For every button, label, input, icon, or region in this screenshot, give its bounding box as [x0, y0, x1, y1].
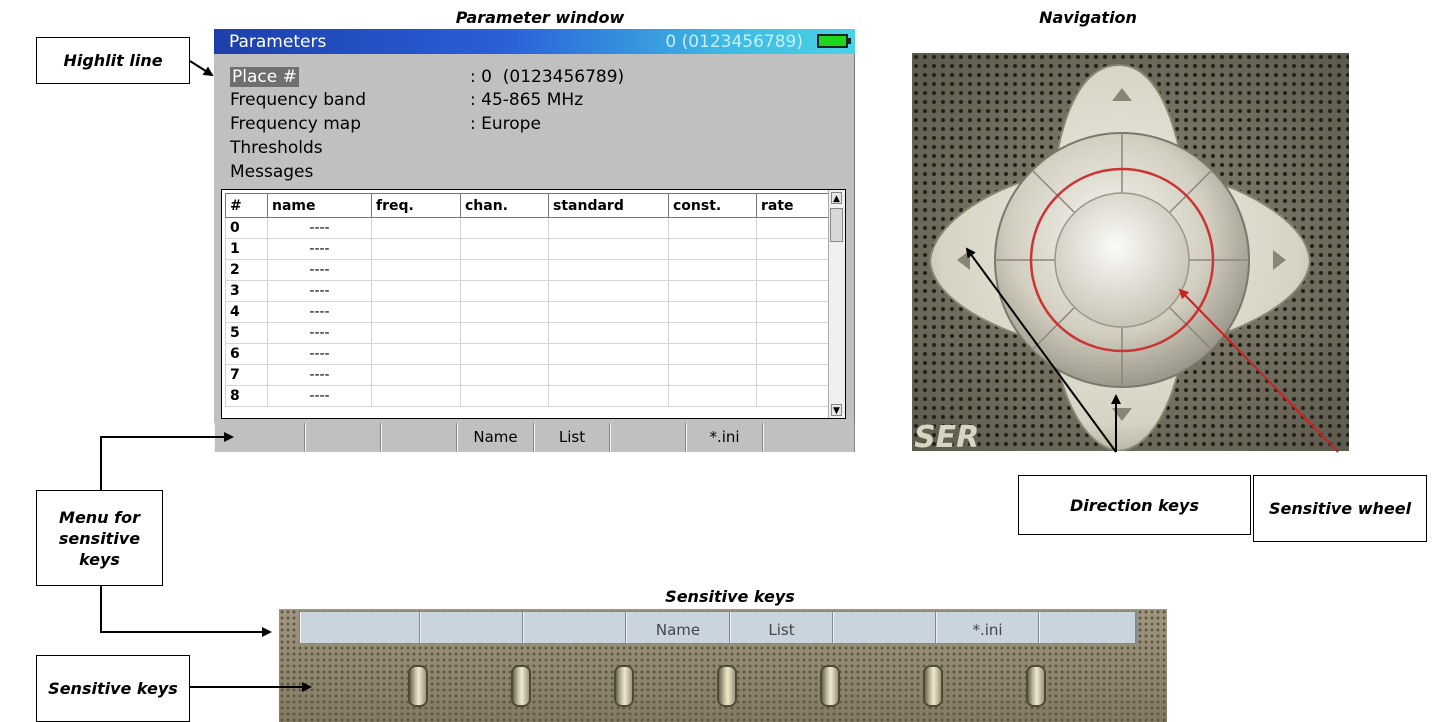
- arrow-direction-left: [965, 247, 1117, 453]
- arrow-menu-to-photo: [100, 586, 272, 637]
- arrow-highlit-line: [189, 60, 214, 77]
- arrow-sensitive-wheel: [1178, 288, 1339, 453]
- connector-arrows: [100, 60, 1339, 692]
- arrow-menu-to-window: [100, 432, 234, 490]
